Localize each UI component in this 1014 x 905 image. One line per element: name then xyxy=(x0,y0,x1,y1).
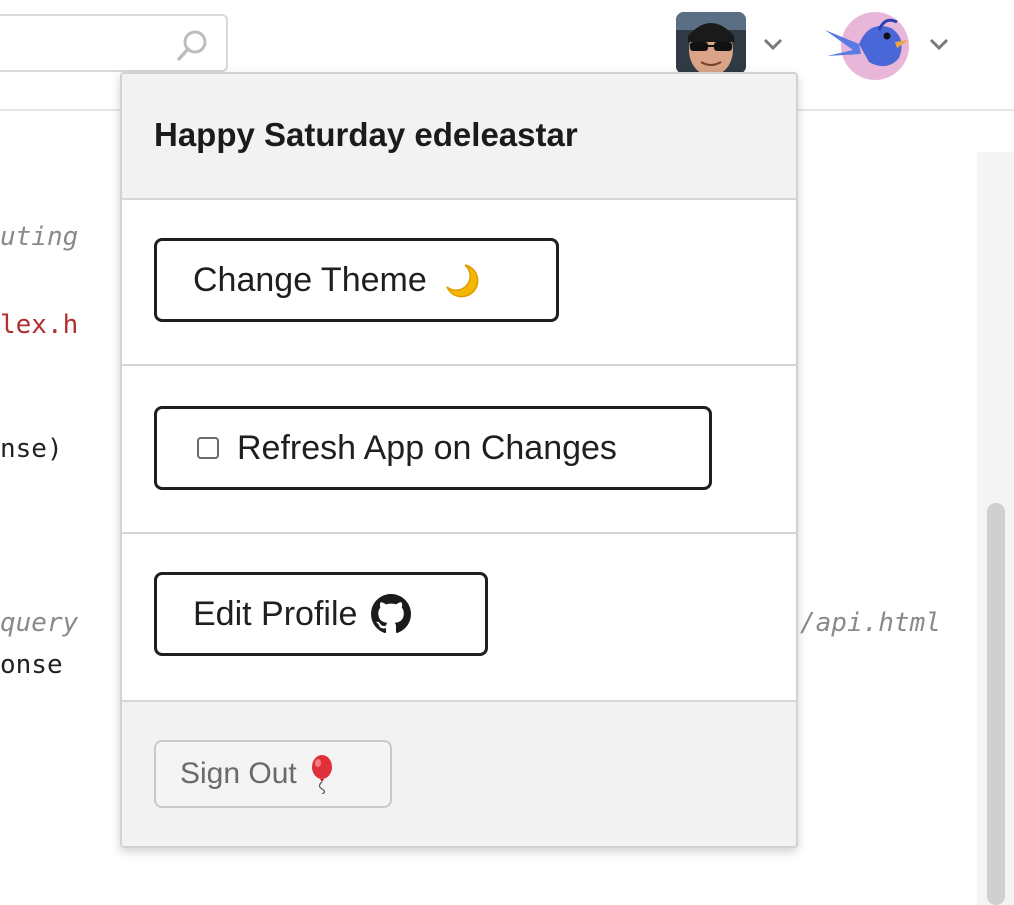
user-avatar-icon[interactable] xyxy=(676,12,746,74)
moon-icon xyxy=(446,264,479,298)
edit-profile-label: Edit Profile xyxy=(193,594,358,633)
chevron-down-icon[interactable] xyxy=(762,37,784,51)
sign-out-label: Sign Out xyxy=(180,757,297,790)
greeting-text: Happy Saturday edeleastar xyxy=(154,116,578,153)
user-menu-dropdown: Happy Saturday edeleastar Change Theme R… xyxy=(120,72,798,848)
menu-footer: Sign Out xyxy=(122,702,796,846)
search-icon[interactable] xyxy=(176,28,210,62)
refresh-checkbox[interactable] xyxy=(197,437,219,459)
change-theme-button[interactable]: Change Theme xyxy=(154,238,559,322)
code-line: uting xyxy=(0,222,79,252)
bird-avatar-icon[interactable] xyxy=(823,10,915,82)
menu-header: Happy Saturday edeleastar xyxy=(122,74,796,200)
code-line: /api.html xyxy=(800,608,941,638)
balloon-icon xyxy=(311,755,332,794)
code-line: nse) xyxy=(0,434,63,464)
change-theme-label: Change Theme xyxy=(193,260,427,299)
menu-section-theme: Change Theme xyxy=(122,200,796,366)
app-window: uting lex.h nse) query onse /api.html Ha… xyxy=(0,0,1014,905)
refresh-label: Refresh App on Changes xyxy=(237,428,617,467)
editor-scrollbar[interactable] xyxy=(987,503,1005,905)
menu-section-refresh: Refresh App on Changes xyxy=(122,366,796,534)
refresh-app-toggle[interactable]: Refresh App on Changes xyxy=(154,406,712,490)
menu-section-profile: Edit Profile xyxy=(122,534,796,702)
chevron-down-icon[interactable] xyxy=(928,37,950,51)
code-line: onse xyxy=(0,650,63,680)
code-line: query xyxy=(0,608,79,638)
github-icon xyxy=(371,594,412,634)
code-line: lex.h xyxy=(0,310,79,340)
search-input[interactable] xyxy=(0,14,228,72)
edit-profile-button[interactable]: Edit Profile xyxy=(154,572,488,656)
sign-out-button[interactable]: Sign Out xyxy=(154,740,392,808)
